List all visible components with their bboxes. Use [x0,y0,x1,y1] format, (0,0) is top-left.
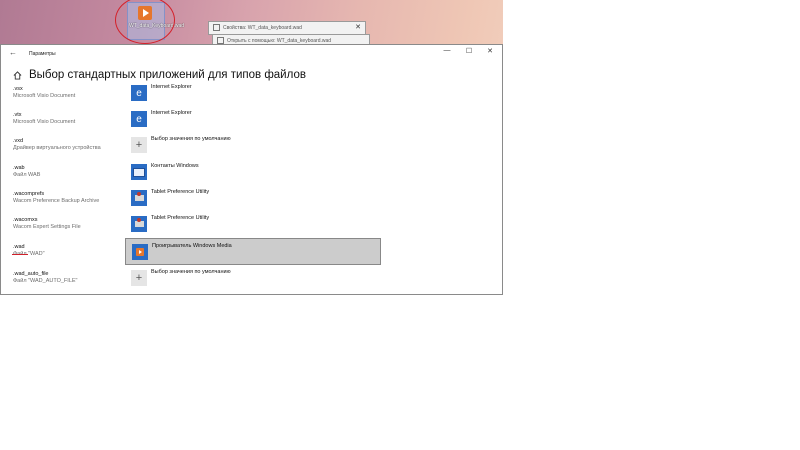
app-label: Контакты Windows [151,163,199,169]
list-item-wad: .wad Файл "WAD" [12,244,123,258]
ie-icon: e [131,111,147,127]
extension-description: Wacom Expert Settings File [13,224,81,230]
app-button-selected[interactable]: Проигрыватель Windows Media [125,238,381,265]
extension-description: Microsoft Visio Document [13,93,76,99]
minimize-button[interactable]: — [441,47,453,54]
window-icon [213,24,220,32]
extension-name: .vxd [13,138,24,144]
extension-description: Файл "WAD" [13,251,45,257]
app-button[interactable]: e Internet Explorer [125,80,381,107]
extension-name: .wacomxs [13,217,38,223]
extension-name: .wad [13,244,25,250]
ie-icon: e [131,85,147,101]
window-title: Параметры [29,51,56,57]
app-label: Internet Explorer [151,110,192,116]
list-item: .wacomprefs Wacom Preference Backup Arch… [13,191,123,205]
choose-default-button[interactable]: + Выбор значения по умолчанию [125,265,381,292]
red-annotation-underline [12,254,28,255]
close-icon[interactable]: ✕ [355,22,361,34]
settings-window: ← Параметры — ☐ ✕ Выбор стандартных прил… [0,44,503,295]
app-button[interactable]: Контакты Windows [125,159,381,186]
properties-window-title: Свойства: WT_data_keyboard.wad [223,25,302,31]
extension-description: Драйвер виртуального устройства [13,145,101,151]
extension-name: .vtx [13,112,22,118]
plus-icon: + [131,137,147,153]
list-item: .wab Файл WAB [13,165,123,179]
contacts-icon [131,164,147,180]
tablet-icon [131,216,147,232]
extension-description: Файл "WAD_AUTO_FILE" [13,278,78,284]
app-button[interactable]: Tablet Preference Utility [125,185,381,212]
home-icon[interactable] [13,71,22,80]
app-label: Проигрыватель Windows Media [152,243,232,249]
red-annotation-circle [115,0,175,44]
extension-description: Файл WAB [13,172,41,178]
list-item: .vtx Microsoft Visio Document [13,112,123,126]
back-arrow-icon[interactable]: ← [9,48,17,57]
list-item: .vxd Драйвер виртуального устройства [13,138,123,152]
app-label: Tablet Preference Utility [151,215,210,221]
choose-default-button[interactable]: + Выбор значения по умолчанию [125,132,381,159]
tablet-icon [131,190,147,206]
title-bar: ← Параметры — ☐ ✕ [1,45,502,63]
list-item: .vsx Microsoft Visio Document [13,86,123,100]
app-label: Выбор значения по умолчанию [151,269,231,275]
app-label: Выбор значения по умолчанию [151,136,231,142]
maximize-button[interactable]: ☐ [463,47,475,55]
extension-name: .wad_auto_file [13,271,49,277]
list-item: .wacomxs Wacom Expert Settings File [13,217,123,231]
app-button[interactable]: e Internet Explorer [125,106,381,133]
extension-description: Wacom Preference Backup Archive [13,198,100,204]
plus-icon: + [131,270,147,286]
close-button[interactable]: ✕ [484,47,496,55]
properties-window[interactable]: Свойства: WT_data_keyboard.wad ✕ [208,21,366,35]
app-label: Internet Explorer [151,84,192,90]
extension-name: .wab [13,165,25,171]
extension-description: Microsoft Visio Document [13,119,76,125]
app-label: Tablet Preference Utility [151,189,210,195]
media-player-icon [132,244,148,260]
app-button[interactable]: Tablet Preference Utility [125,211,381,238]
list-item: .wad_auto_file Файл "WAD_AUTO_FILE" [13,271,123,285]
extension-name: .wacomprefs [13,191,45,197]
extension-name: .vsx [13,86,23,92]
